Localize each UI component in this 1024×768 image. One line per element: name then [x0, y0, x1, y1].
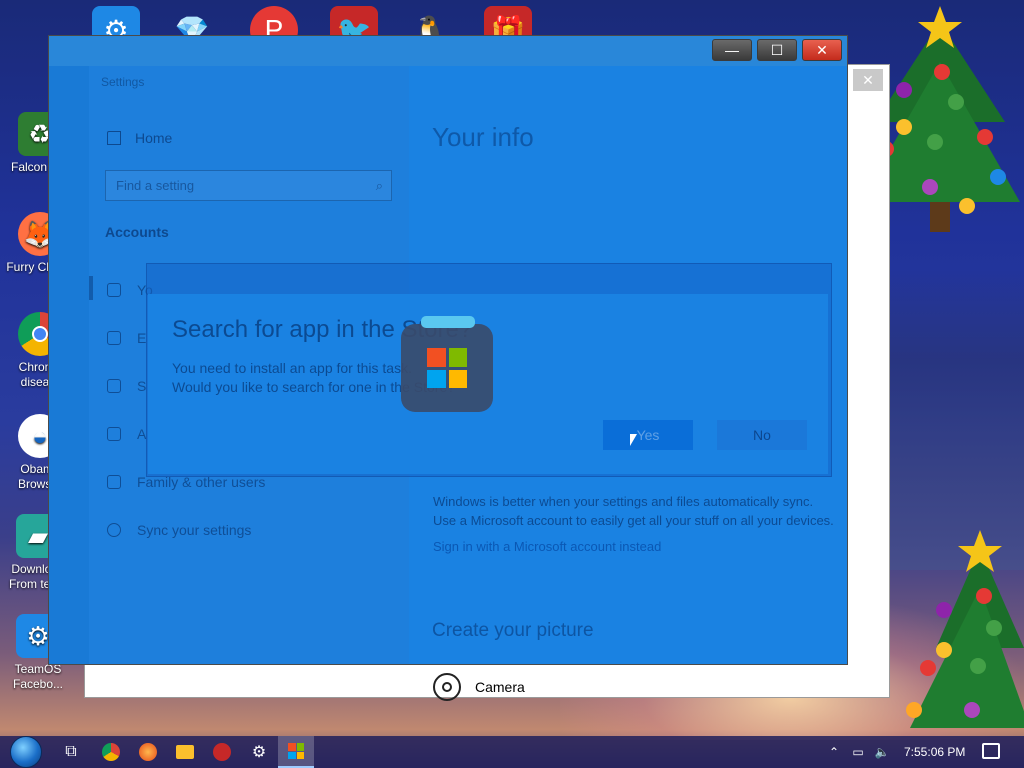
sync-text-line1: Windows is better when your settings and…: [433, 494, 814, 509]
volume-icon[interactable]: 🔈: [872, 736, 892, 768]
nav-item-label: A: [137, 426, 147, 442]
yes-button[interactable]: Yes: [603, 420, 693, 450]
search-input[interactable]: [106, 171, 346, 200]
search-icon: ⌕: [375, 178, 383, 193]
store-icon: [427, 348, 467, 388]
background-snowy-trees: [890, 270, 1024, 570]
create-picture-heading: Create your picture: [432, 620, 594, 641]
christmas-tree-bottom: [906, 530, 1024, 728]
mouse-cursor: [630, 434, 637, 446]
key-icon: [107, 379, 121, 393]
nav-item-label: S: [137, 378, 147, 394]
section-heading: Accounts: [105, 224, 169, 240]
windows-logo-icon: [10, 736, 42, 768]
microsoft-account-link[interactable]: Sign in with a Microsoft account instead: [433, 539, 661, 554]
page-title: Your info: [432, 122, 534, 152]
window-title: Settings: [101, 75, 145, 89]
briefcase-icon: [107, 427, 121, 441]
back-close-button[interactable]: ✕: [853, 69, 883, 91]
nav-home[interactable]: Home: [107, 130, 172, 146]
network-icon[interactable]: ▭: [848, 736, 868, 768]
taskbar: ⧉ ⚙ ⌃ ▭ 🔈 7:55:06 PM: [0, 736, 1024, 768]
store-taskbar-icon[interactable]: [278, 736, 314, 768]
notification-icon[interactable]: [982, 743, 1000, 759]
maximize-button[interactable]: ☐: [757, 39, 797, 61]
start-button[interactable]: [6, 736, 46, 768]
firefox-taskbar-icon[interactable]: [130, 736, 166, 768]
chrome-taskbar-icon[interactable]: [93, 736, 129, 768]
chevron-up-icon[interactable]: ⌃: [824, 736, 844, 768]
camera-option[interactable]: Camera: [433, 673, 525, 701]
nav-item-email[interactable]: E: [107, 330, 146, 346]
no-button[interactable]: No: [717, 420, 807, 450]
game-taskbar-icon[interactable]: [204, 736, 240, 768]
camera-icon: [433, 673, 461, 701]
nav-item-sync[interactable]: Sync your settings: [107, 522, 251, 538]
nav-item-access[interactable]: A: [107, 426, 146, 442]
nav-selection-marker: [89, 276, 93, 300]
nav-item-signin[interactable]: S: [107, 378, 146, 394]
close-button[interactable]: ✕: [802, 39, 842, 61]
task-view-icon[interactable]: ⧉: [53, 736, 89, 768]
taskbar-clock[interactable]: 7:55:06 PM: [904, 745, 965, 759]
desktop-icon-label: TeamOS Facebo...: [12, 662, 64, 691]
camera-label: Camera: [475, 679, 525, 695]
settings-search[interactable]: ⌕: [105, 170, 392, 201]
mail-icon: [107, 331, 121, 345]
sync-text-line2: Use a Microsoft account to easily get al…: [433, 513, 834, 528]
person-card-icon: [107, 283, 121, 297]
store-bag-handle: [421, 316, 475, 328]
sync-icon: [107, 523, 121, 537]
home-icon: [107, 131, 121, 145]
nav-home-label: Home: [135, 130, 173, 146]
nav-item-label: E: [137, 330, 147, 346]
file-explorer-icon[interactable]: [167, 736, 203, 768]
window-left-bar: [49, 66, 89, 664]
settings-taskbar-icon[interactable]: ⚙: [241, 736, 277, 768]
nav-item-label: Sync your settings: [137, 522, 252, 538]
dialog-message-line1: You need to install an app for this task…: [172, 360, 412, 376]
minimize-button[interactable]: —: [712, 39, 752, 61]
family-icon: [107, 475, 121, 489]
